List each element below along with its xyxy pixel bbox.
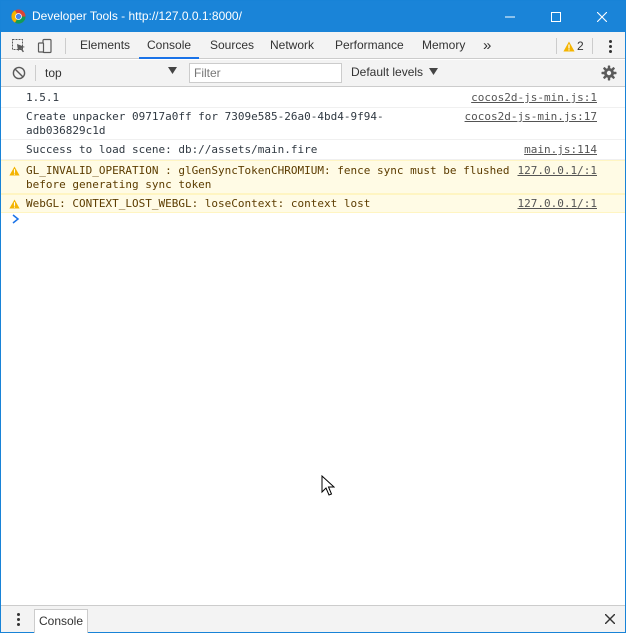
device-toolbar-button[interactable] xyxy=(35,36,55,56)
minimize-icon xyxy=(505,16,515,17)
message-source-link[interactable]: 127.0.0.1/:1 xyxy=(518,164,597,178)
console-message: 1.5.1 cocos2d-js-min.js:1 xyxy=(1,88,625,108)
tab-memory[interactable]: Memory xyxy=(422,32,465,59)
message-text: GL_INVALID_OPERATION : glGenSyncTokenCHR… xyxy=(26,164,510,191)
dropdown-arrow-icon xyxy=(168,67,177,74)
console-warning-message: GL_INVALID_OPERATION : glGenSyncTokenCHR… xyxy=(1,160,625,194)
clear-console-button[interactable] xyxy=(9,63,29,83)
warnings-badge[interactable]: 2 xyxy=(563,37,584,55)
warning-icon xyxy=(9,199,20,209)
tab-network[interactable]: Network xyxy=(270,32,314,59)
toolbar-divider xyxy=(35,65,36,81)
tab-performance[interactable]: Performance xyxy=(335,32,404,59)
console-message: Create unpacker 09717a0ff for 7309e585-2… xyxy=(1,108,625,140)
warnings-count: 2 xyxy=(577,39,584,53)
warning-icon xyxy=(9,166,20,176)
inspect-cursor-icon xyxy=(12,39,25,53)
message-source-link[interactable]: main.js:114 xyxy=(524,143,597,157)
mouse-cursor-icon xyxy=(321,475,335,496)
kebab-dot xyxy=(16,622,20,626)
toolbar-divider xyxy=(556,38,557,54)
maximize-button[interactable] xyxy=(533,1,579,32)
log-levels-label: Default levels xyxy=(351,65,424,79)
devtools-tab-bar: Elements Console Sources Network Perform… xyxy=(1,32,625,59)
kebab-dot xyxy=(608,39,612,43)
close-icon xyxy=(605,614,615,624)
minimize-button[interactable] xyxy=(487,1,533,32)
log-levels-dropdown[interactable]: Default levels xyxy=(351,65,439,79)
console-settings-button[interactable] xyxy=(599,63,619,83)
dropdown-arrow-icon xyxy=(429,68,439,75)
message-text: WebGL: CONTEXT_LOST_WEBGL: loseContext: … xyxy=(26,197,371,210)
kebab-dot xyxy=(608,44,612,48)
kebab-dot xyxy=(608,49,612,53)
clear-console-icon xyxy=(12,66,26,80)
device-mode-icon xyxy=(37,38,52,54)
console-messages: 1.5.1 cocos2d-js-min.js:1 Create unpacke… xyxy=(1,88,625,213)
inspect-element-button[interactable] xyxy=(9,36,29,56)
console-message: Success to load scene: db://assets/main.… xyxy=(1,140,625,160)
drawer-menu-button[interactable] xyxy=(10,611,26,627)
message-source-link[interactable]: 127.0.0.1/:1 xyxy=(518,197,597,211)
close-window-button[interactable] xyxy=(579,1,625,32)
toolbar-divider xyxy=(65,38,66,54)
drawer-tab-console[interactable]: Console xyxy=(34,609,88,633)
execution-context-select[interactable]: top xyxy=(37,64,181,83)
gear-icon xyxy=(601,65,617,81)
warning-icon xyxy=(563,41,575,51)
kebab-dot xyxy=(16,617,20,621)
customize-devtools-menu[interactable] xyxy=(602,38,618,54)
message-text: Create unpacker 09717a0ff for 7309e585-2… xyxy=(26,110,384,137)
title-bar[interactable]: Developer Tools - http://127.0.0.1:8000/ xyxy=(1,1,625,32)
drawer-bar: Console xyxy=(1,605,625,633)
chrome-logo-icon xyxy=(11,9,26,24)
tab-elements[interactable]: Elements xyxy=(80,32,130,59)
context-value: top xyxy=(45,66,62,80)
console-warning-message: WebGL: CONTEXT_LOST_WEBGL: loseContext: … xyxy=(1,194,625,213)
devtools-window: Developer Tools - http://127.0.0.1:8000/… xyxy=(0,0,626,633)
console-prompt-icon[interactable] xyxy=(10,213,22,225)
kebab-dot xyxy=(16,612,20,616)
filter-input[interactable] xyxy=(189,63,342,83)
message-text: Success to load scene: db://assets/main.… xyxy=(26,143,318,156)
message-source-link[interactable]: cocos2d-js-min.js:17 xyxy=(465,110,597,124)
tab-console[interactable]: Console xyxy=(139,32,200,59)
close-icon xyxy=(597,11,607,22)
toolbar-divider xyxy=(592,38,593,54)
console-toolbar: top Default levels xyxy=(1,60,625,87)
close-drawer-button[interactable] xyxy=(600,609,620,629)
more-tabs-button[interactable]: » xyxy=(483,32,491,59)
window-title: Developer Tools - http://127.0.0.1:8000/ xyxy=(32,9,242,23)
maximize-icon xyxy=(551,11,561,22)
message-text: 1.5.1 xyxy=(26,91,60,104)
tab-sources[interactable]: Sources xyxy=(210,32,254,59)
message-source-link[interactable]: cocos2d-js-min.js:1 xyxy=(471,91,597,105)
